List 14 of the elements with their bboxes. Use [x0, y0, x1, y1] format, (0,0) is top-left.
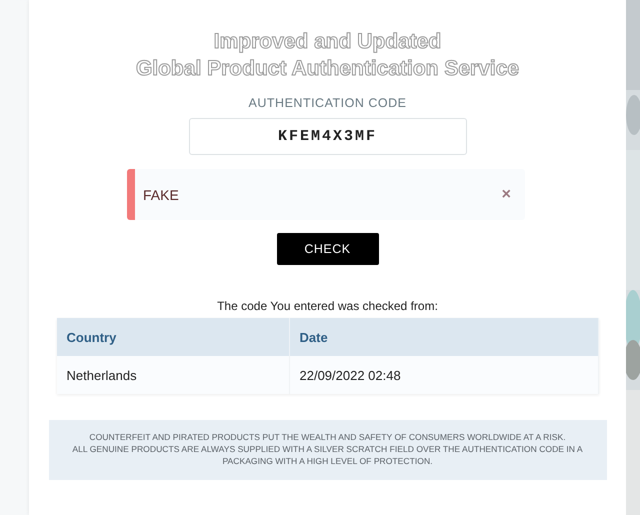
page-title: Global Product Authentication Service [136, 56, 520, 82]
table-cell: 22/09/2022 02:48 [289, 356, 598, 394]
close-button[interactable]: × [498, 186, 515, 204]
check-button[interactable]: CHECK [276, 233, 378, 265]
table-cell: Netherlands [56, 356, 289, 394]
alert-text: FAKE [143, 186, 179, 202]
notice-text: COUNTERFEIT AND PIRATED PRODUCTS PUT THE WEALTH AND SAFETY OF CONSUMERS WORLDWIDE AT A RISK. [88, 431, 567, 443]
code-field[interactable]: KFEM4X3MF [188, 118, 466, 155]
table-caption: The code You entered was checked from: [217, 299, 438, 313]
column-header: Country [56, 318, 289, 356]
column-header: Date [289, 318, 598, 356]
field-label: AUTHENTICATION CODE [248, 96, 406, 110]
page-title: Improved and Updated [214, 29, 442, 55]
notice-text: ALL GENUINE PRODUCTS ARE ALWAYS SUPPLIED WITH A SILVER SCRATCH FIELD OVER THE AUTHENTICATION CODE IN A PACKAGING WITH A HIGH LEVEL OF PROTECTION. [71, 443, 584, 467]
